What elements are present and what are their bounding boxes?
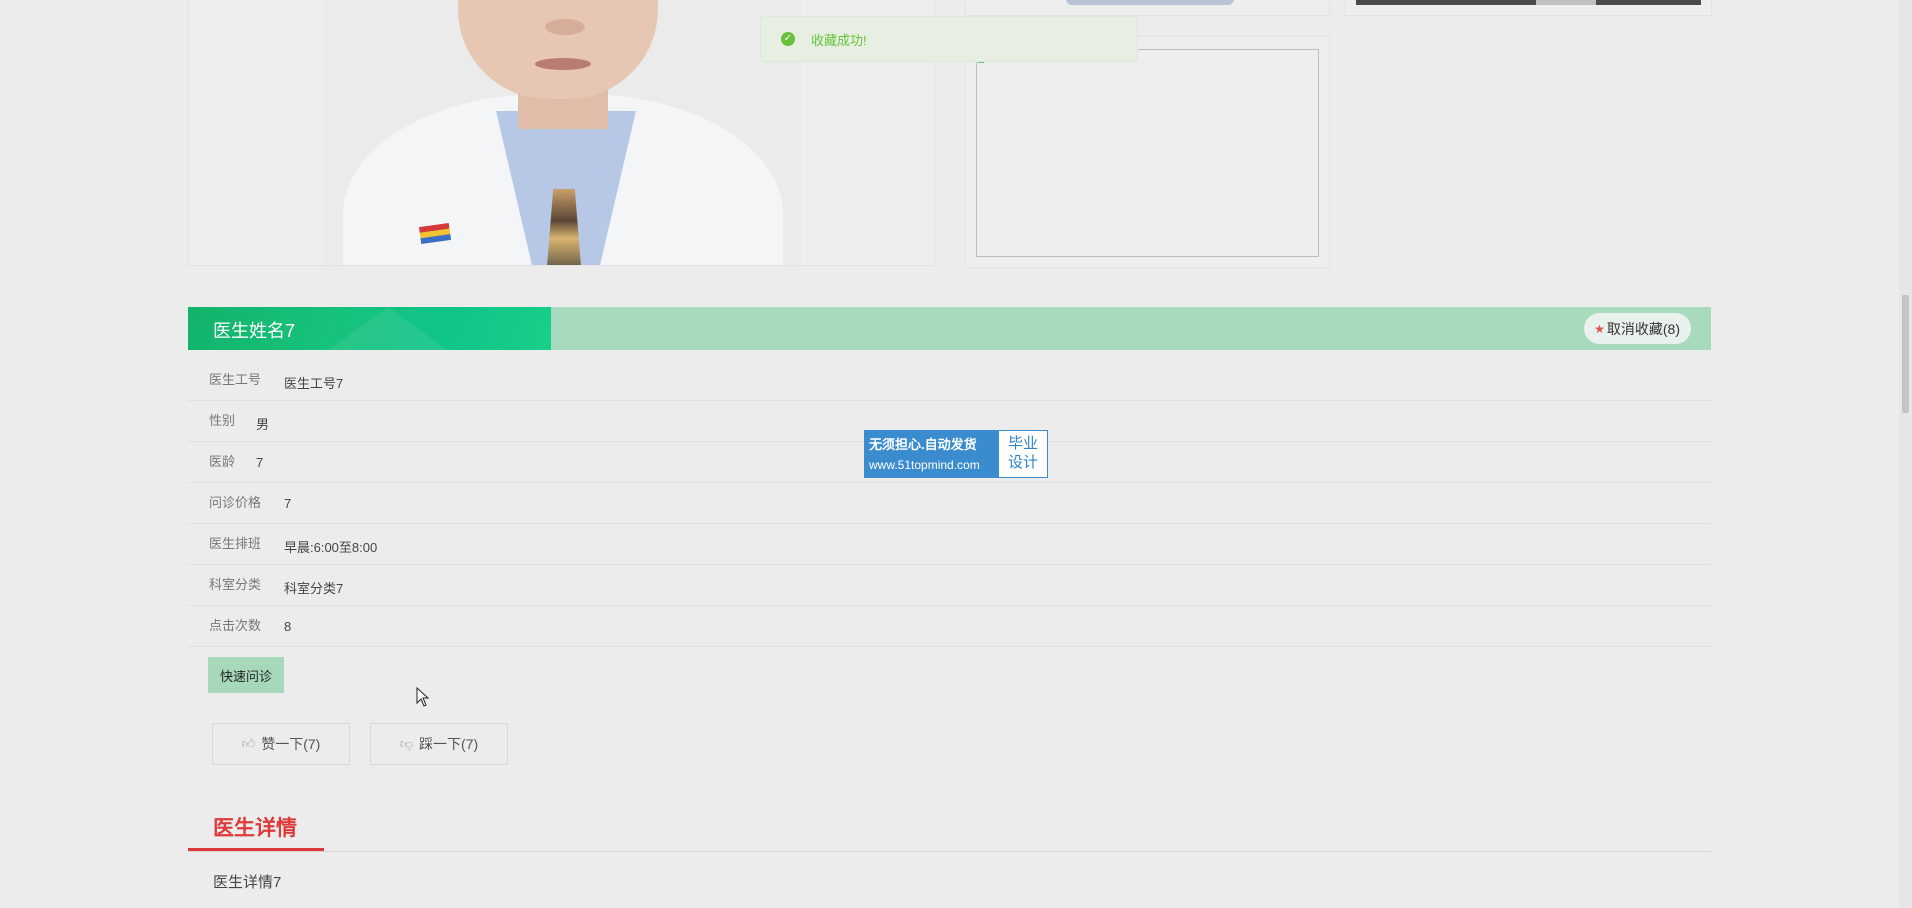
divider bbox=[188, 851, 1711, 852]
info-value: 男 bbox=[256, 417, 270, 432]
info-value: 8 bbox=[284, 619, 292, 634]
name-tab: 医生姓名7 bbox=[188, 307, 551, 350]
like-label: 赞一下(7) bbox=[261, 736, 321, 752]
doctor-name: 医生姓名7 bbox=[213, 321, 296, 341]
like-button[interactable]: 👍︎ 赞一下(7) bbox=[212, 723, 350, 765]
details-tab-title[interactable]: 医生详情 bbox=[213, 812, 297, 842]
info-label: 问诊价格 bbox=[209, 495, 262, 510]
info-row-doctor-id: 医生工号 医生工号7 bbox=[188, 359, 1711, 401]
unfavorite-label: 取消收藏(8) bbox=[1606, 320, 1680, 337]
quick-consult-button[interactable]: 快速问诊 bbox=[208, 657, 284, 693]
badge-text-2: 设计 bbox=[1007, 454, 1038, 471]
info-value: 科室分类7 bbox=[284, 581, 344, 596]
info-row-schedule: 医生排班 早晨:6:00至8:00 bbox=[188, 523, 1711, 565]
info-value: 7 bbox=[284, 496, 292, 511]
video-frame-card bbox=[965, 36, 1330, 268]
watermark-badge: 无须担心.自动发货 www.51topmind.com 毕业 设计 bbox=[864, 430, 1048, 478]
badge-url: www.51topmind.com bbox=[869, 458, 980, 472]
thumbs-up-icon: 👍︎ bbox=[241, 736, 256, 751]
star-icon: ★ bbox=[1594, 321, 1605, 336]
info-row-clicks: 点击次数 8 bbox=[188, 605, 1711, 647]
info-label: 医龄 bbox=[209, 454, 236, 469]
badge-text-1: 毕业 bbox=[1007, 435, 1038, 452]
unfavorite-button[interactable]: ★ 取消收藏(8) bbox=[1584, 313, 1691, 344]
info-label: 医生工号 bbox=[209, 372, 262, 387]
doctor-photo bbox=[323, 0, 801, 265]
details-content: 医生详情7 bbox=[213, 874, 282, 891]
success-toast: ✓ 收藏成功! bbox=[760, 16, 1138, 62]
info-value: 早晨:6:00至8:00 bbox=[284, 540, 378, 555]
dislike-button[interactable]: 👎︎ 踩一下(7) bbox=[370, 723, 508, 765]
info-value: 7 bbox=[256, 455, 264, 470]
info-label: 性别 bbox=[209, 413, 236, 428]
info-value: 医生工号7 bbox=[284, 376, 344, 391]
doctor-name-bar: 医生姓名7 ★ 取消收藏(8) bbox=[188, 307, 1711, 350]
info-row-price: 问诊价格 7 bbox=[188, 482, 1711, 524]
info-label: 科室分类 bbox=[209, 577, 262, 592]
info-label: 医生排班 bbox=[209, 536, 262, 551]
info-row-department: 科室分类 科室分类7 bbox=[188, 564, 1711, 606]
thumbnail-card[interactable] bbox=[965, 0, 1330, 16]
toast-message: 收藏成功! bbox=[811, 32, 867, 48]
thumbnail-card[interactable] bbox=[1345, 0, 1712, 16]
thumbs-down-icon: 👎︎ bbox=[399, 736, 414, 751]
badge-slogan: 无须担心.自动发货 bbox=[869, 437, 977, 452]
dislike-label: 踩一下(7) bbox=[419, 736, 479, 752]
video-frame[interactable] bbox=[976, 49, 1319, 257]
mouse-cursor-icon bbox=[416, 687, 430, 707]
scrollbar-thumb[interactable] bbox=[1902, 295, 1909, 413]
check-circle-icon: ✓ bbox=[781, 32, 795, 46]
page-scrollbar[interactable] bbox=[1899, 0, 1912, 908]
info-label: 点击次数 bbox=[209, 618, 262, 633]
